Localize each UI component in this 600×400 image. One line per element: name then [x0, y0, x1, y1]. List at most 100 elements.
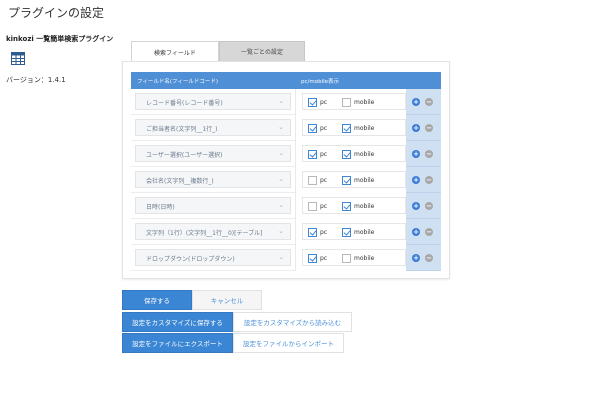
settings-panel: フィールド名(フィールドコード) pc/mobile表示 レコード番号(レコード…: [122, 61, 450, 279]
field-cell: ユーザー選択(ユーザー選択) ⌄: [131, 141, 295, 167]
field-select-value: ドロップダウン(ドロップダウン): [146, 256, 235, 263]
field-select-value: 会社名(文字列__複数行_): [146, 178, 214, 185]
page-title: プラグインの設定: [8, 6, 105, 20]
mobile-checkbox[interactable]: [342, 124, 351, 133]
add-row-icon[interactable]: +: [412, 98, 420, 106]
field-select[interactable]: レコード番号(レコード番号) ⌄: [135, 93, 291, 110]
save-to-customize-button[interactable]: 設定をカスタマイズに保存する: [122, 312, 233, 332]
table-row: ユーザー選択(ユーザー選択) ⌄ pc mobile + −: [131, 141, 441, 167]
plugin-version: バージョン：1.4.1: [6, 76, 66, 84]
field-select[interactable]: 文字列（1行）(文字列__1行__0)[テーブル] ⌄: [135, 223, 291, 240]
pc-label: pc: [320, 125, 328, 132]
display-cell: pc mobile: [295, 219, 406, 245]
chevron-down-icon: ⌄: [278, 201, 284, 209]
display-cell: pc mobile: [295, 115, 406, 141]
field-select[interactable]: 会社名(文字列__複数行_) ⌄: [135, 171, 291, 188]
display-options: pc mobile: [302, 93, 406, 110]
display-cell: pc mobile: [295, 245, 406, 271]
save-button[interactable]: 保存する: [122, 290, 192, 310]
action-cell: + −: [406, 193, 441, 219]
remove-row-icon[interactable]: −: [425, 124, 433, 132]
add-row-icon[interactable]: +: [412, 254, 420, 262]
action-cell: + −: [406, 245, 441, 271]
field-select-value: レコード番号(レコード番号): [146, 100, 223, 107]
mobile-checkbox[interactable]: [342, 98, 351, 107]
add-row-icon[interactable]: +: [412, 228, 420, 236]
import-file-button[interactable]: 設定をファイルからインポート: [233, 333, 344, 353]
table-row: 日時(日時) ⌄ pc mobile + −: [131, 193, 441, 219]
pc-label: pc: [320, 229, 328, 236]
pc-label: pc: [320, 203, 328, 210]
field-cell: ドロップダウン(ドロップダウン) ⌄: [131, 245, 295, 271]
display-options: pc mobile: [302, 197, 406, 214]
remove-row-icon[interactable]: −: [425, 150, 433, 158]
field-select-value: ユーザー選択(ユーザー選択): [146, 152, 223, 159]
action-cell: + −: [406, 115, 441, 141]
chevron-down-icon: ⌄: [278, 227, 284, 235]
cancel-button[interactable]: キャンセル: [192, 290, 262, 310]
chevron-down-icon: ⌄: [278, 123, 284, 131]
action-cell: + −: [406, 141, 441, 167]
mobile-checkbox[interactable]: [342, 228, 351, 237]
field-cell: 日時(日時) ⌄: [131, 193, 295, 219]
action-cell: + −: [406, 89, 441, 115]
field-select[interactable]: ユーザー選択(ユーザー選択) ⌄: [135, 145, 291, 162]
display-options: pc mobile: [302, 145, 406, 162]
mobile-label: mobile: [354, 177, 375, 184]
table-row: ご担当者名(文字列__1行_) ⌄ pc mobile + −: [131, 115, 441, 141]
mobile-label: mobile: [354, 229, 375, 236]
action-cell: + −: [406, 167, 441, 193]
header-display: pc/mobile表示: [301, 79, 340, 85]
pc-checkbox[interactable]: [308, 176, 317, 185]
load-from-customize-button[interactable]: 設定をカスタマイズから読み込む: [233, 312, 352, 332]
plugin-name: kinkozi 一覧簡単検索プラグイン: [6, 35, 114, 43]
pc-checkbox[interactable]: [308, 98, 317, 107]
pc-label: pc: [320, 255, 328, 262]
mobile-checkbox[interactable]: [342, 176, 351, 185]
field-select-value: 日時(日時): [146, 204, 175, 211]
tab-bar: 検索フィールド 一覧ごとの設定: [131, 41, 305, 62]
remove-row-icon[interactable]: −: [425, 254, 433, 262]
field-select[interactable]: ドロップダウン(ドロップダウン) ⌄: [135, 249, 291, 266]
field-select[interactable]: 日時(日時) ⌄: [135, 197, 291, 214]
chevron-down-icon: ⌄: [278, 253, 284, 261]
mobile-checkbox[interactable]: [342, 254, 351, 263]
pc-label: pc: [320, 177, 328, 184]
mobile-label: mobile: [354, 151, 375, 158]
add-row-icon[interactable]: +: [412, 124, 420, 132]
pc-checkbox[interactable]: [308, 254, 317, 263]
pc-checkbox[interactable]: [308, 228, 317, 237]
add-row-icon[interactable]: +: [412, 150, 420, 158]
field-select[interactable]: ご担当者名(文字列__1行_) ⌄: [135, 119, 291, 136]
remove-row-icon[interactable]: −: [425, 202, 433, 210]
remove-row-icon[interactable]: −: [425, 228, 433, 236]
field-select-value: ご担当者名(文字列__1行_): [146, 126, 218, 133]
action-cell: + −: [406, 219, 441, 245]
pc-checkbox[interactable]: [308, 150, 317, 159]
field-cell: ご担当者名(文字列__1行_) ⌄: [131, 115, 295, 141]
export-file-button[interactable]: 設定をファイルにエクスポート: [122, 333, 233, 353]
chevron-down-icon: ⌄: [278, 175, 284, 183]
remove-row-icon[interactable]: −: [425, 176, 433, 184]
chevron-down-icon: ⌄: [278, 149, 284, 157]
table-header: フィールド名(フィールドコード) pc/mobile表示: [131, 72, 441, 89]
display-options: pc mobile: [302, 119, 406, 136]
tab-search-fields[interactable]: 検索フィールド: [131, 41, 219, 62]
tab-list-settings[interactable]: 一覧ごとの設定: [219, 41, 305, 62]
display-options: pc mobile: [302, 171, 406, 188]
display-options: pc mobile: [302, 223, 406, 240]
add-row-icon[interactable]: +: [412, 176, 420, 184]
mobile-label: mobile: [354, 99, 375, 106]
mobile-checkbox[interactable]: [342, 150, 351, 159]
pc-checkbox[interactable]: [308, 124, 317, 133]
pc-label: pc: [320, 151, 328, 158]
remove-row-icon[interactable]: −: [425, 98, 433, 106]
mobile-label: mobile: [354, 255, 375, 262]
mobile-label: mobile: [354, 203, 375, 210]
mobile-checkbox[interactable]: [342, 202, 351, 211]
pc-checkbox[interactable]: [308, 202, 317, 211]
add-row-icon[interactable]: +: [412, 202, 420, 210]
table-row: 文字列（1行）(文字列__1行__0)[テーブル] ⌄ pc mobile + −: [131, 219, 441, 245]
field-select-value: 文字列（1行）(文字列__1行__0)[テーブル]: [146, 230, 263, 237]
display-cell: pc mobile: [295, 167, 406, 193]
